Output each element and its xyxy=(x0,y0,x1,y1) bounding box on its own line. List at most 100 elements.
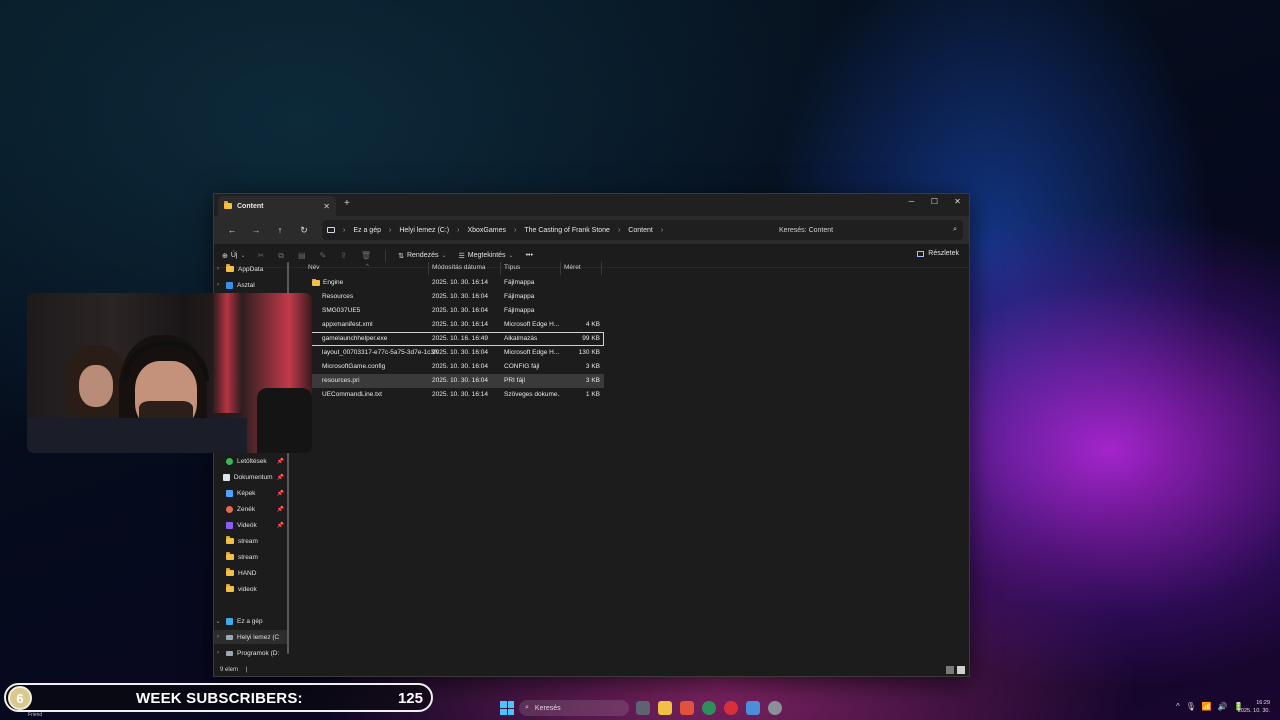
column-divider[interactable] xyxy=(601,262,602,275)
sidebar-item-drive-d[interactable]: › Programok (D: xyxy=(214,646,288,660)
chevron-right-icon[interactable]: › xyxy=(214,650,222,656)
sidebar-item-stream-1[interactable]: stream xyxy=(214,534,288,548)
sidebar-item-documents[interactable]: Dokumentum 📌 xyxy=(214,470,288,484)
file-row[interactable]: layout_00703317-e77c-5a75-3d7e-1c3f96f..… xyxy=(304,346,604,360)
share-icon[interactable]: ⇪ xyxy=(340,251,347,260)
refresh-button[interactable]: ↻ xyxy=(292,225,316,236)
cut-icon[interactable]: ✂ xyxy=(258,251,265,260)
breadcrumb-content[interactable]: Content xyxy=(628,227,653,234)
breadcrumb-this-pc[interactable]: Ez a gép xyxy=(353,227,381,234)
microphone-icon[interactable]: 🎙 xyxy=(1186,702,1196,711)
details-button[interactable]: Részletek xyxy=(917,250,959,257)
close-tab-icon[interactable]: ✕ xyxy=(323,202,330,211)
file-type: Microsoft Edge H... xyxy=(504,321,560,328)
system-tray: ^ 🎙 📶 🔊 🔋 xyxy=(1176,702,1244,711)
file-row[interactable]: appxmanifest.xml 2025. 10. 30. 16:14 Mic… xyxy=(304,318,604,332)
tab-content[interactable]: Content ✕ xyxy=(218,196,336,216)
minimize-button[interactable]: ─ xyxy=(900,194,923,208)
volume-icon[interactable]: 🔊 xyxy=(1218,702,1228,711)
column-divider[interactable] xyxy=(560,262,561,275)
delete-icon[interactable]: 🗑 xyxy=(361,251,371,260)
file-row[interactable]: gamelaunchhelper.exe 2025. 10. 16. 16:49… xyxy=(304,332,604,346)
file-size: 130 KB xyxy=(578,349,600,356)
tiles-view-icon[interactable] xyxy=(957,666,965,674)
chevron-down-icon[interactable]: ⌄ xyxy=(214,618,222,625)
close-window-button[interactable]: ✕ xyxy=(946,194,969,208)
taskbar-search-label: Keresés xyxy=(534,704,561,712)
file-row[interactable]: MicrosoftGame.config 2025. 10. 30. 16:04… xyxy=(304,360,604,374)
chevron-right-icon[interactable]: › xyxy=(214,282,222,288)
music-icon xyxy=(226,505,233,513)
show-hidden-icons-icon[interactable]: ^ xyxy=(1176,702,1180,711)
details-view-icon[interactable] xyxy=(946,666,954,674)
divider xyxy=(385,249,387,262)
sidebar-item-stream-2[interactable]: stream xyxy=(214,550,288,564)
sidebar-item-drive-c[interactable]: › Helyi lemez (C xyxy=(214,630,288,644)
mail-icon[interactable] xyxy=(746,701,760,715)
file-date: 2025. 10. 16. 16:49 xyxy=(432,335,489,342)
sidebar-item-desktop[interactable]: › Asztal xyxy=(214,278,288,292)
file-row[interactable]: SMG037UE5 2025. 10. 30. 16:04 Fájlmappa xyxy=(304,304,604,318)
network-icon[interactable]: 📶 xyxy=(1202,702,1212,711)
sidebar-item-this-pc[interactable]: ⌄ Ez a gép xyxy=(214,614,288,628)
new-button[interactable]: ⊕ Új ⌄ xyxy=(222,252,246,260)
sidebar-item-label: AppData xyxy=(238,265,264,273)
search-input[interactable]: Keresés: Content ⌕ xyxy=(773,220,963,240)
desktop-icon xyxy=(226,281,233,289)
address-bar[interactable]: › Ez a gép › Helyi lemez (C:) › XboxGame… xyxy=(322,220,777,240)
maximize-button[interactable]: ☐ xyxy=(923,194,946,208)
column-date[interactable]: Módosítás dátuma xyxy=(432,264,485,271)
clock-date: 2025. 10. 30. xyxy=(1237,708,1270,714)
view-button[interactable]: ☰ Megtekintés ⌄ xyxy=(459,252,514,260)
start-button[interactable] xyxy=(500,701,514,715)
opera-icon[interactable] xyxy=(724,701,738,715)
task-view-icon[interactable] xyxy=(636,701,650,715)
taskbar-search[interactable]: ⌕ Keresés xyxy=(519,700,629,716)
column-divider[interactable] xyxy=(500,262,501,275)
file-explorer-icon[interactable] xyxy=(658,701,672,715)
sidebar-item-videok[interactable]: videok xyxy=(214,582,288,596)
brave-browser-icon[interactable] xyxy=(680,701,694,715)
new-tab-button[interactable]: + xyxy=(344,198,350,209)
column-type[interactable]: Típus xyxy=(504,264,520,271)
sidebar-item-music[interactable]: Zenék 📌 xyxy=(214,502,288,516)
file-date: 2025. 10. 30. 16:04 xyxy=(432,349,489,356)
breadcrumb-xboxgames[interactable]: XboxGames xyxy=(467,227,506,234)
chrome-icon[interactable] xyxy=(702,701,716,715)
chevron-right-icon[interactable]: › xyxy=(214,634,222,640)
sidebar-item-pictures[interactable]: Képek 📌 xyxy=(214,486,288,500)
more-options-button[interactable]: ••• xyxy=(526,252,533,259)
column-size[interactable]: Méret xyxy=(564,264,581,271)
file-size: 3 KB xyxy=(585,377,600,384)
file-name: layout_00703317-e77c-5a75-3d7e-1c3f96f..… xyxy=(322,349,438,356)
sidebar-item-appdata[interactable]: › AppData xyxy=(214,262,288,276)
file-row[interactable]: Resources 2025. 10. 30. 16:04 Fájlmappa xyxy=(304,290,604,304)
sidebar-item-downloads[interactable]: Letöltések 📌 xyxy=(214,454,288,468)
chevron-right-icon[interactable]: › xyxy=(214,266,222,272)
chevron-right-icon[interactable]: › xyxy=(661,227,663,234)
file-size: 4 KB xyxy=(585,321,600,328)
breadcrumb-local-disk[interactable]: Helyi lemez (C:) xyxy=(399,227,449,234)
sidebar-item-hand[interactable]: HAND xyxy=(214,566,288,580)
column-divider[interactable] xyxy=(428,262,429,275)
paste-icon[interactable]: ▤ xyxy=(298,251,306,260)
breadcrumb-game[interactable]: The Casting of Frank Stone xyxy=(524,227,610,234)
sidebar-item-label: Zenék xyxy=(237,505,256,513)
sort-button[interactable]: ⇅ Rendezés ⌄ xyxy=(398,252,446,260)
copy-icon[interactable]: ⧉ xyxy=(278,251,284,261)
forward-button[interactable]: → xyxy=(244,225,268,235)
settings-icon[interactable] xyxy=(768,701,782,715)
file-list: ^ Név Módosítás dátuma Típus Méret Engin… xyxy=(304,262,604,402)
file-type: Szöveges dokume... xyxy=(504,391,560,398)
taskbar: ⌕ Keresés ^ 🎙 📶 🔊 🔋 16:29 2025. 10. 30. xyxy=(0,697,1280,720)
file-row[interactable]: resources.pri 2025. 10. 30. 16:04 PRI fá… xyxy=(304,374,604,388)
gaming-chair xyxy=(257,388,312,453)
rename-icon[interactable]: ✎ xyxy=(320,251,327,260)
sidebar-item-videos[interactable]: Videók 📌 xyxy=(214,518,288,532)
back-button[interactable]: ← xyxy=(220,225,244,235)
clock[interactable]: 16:29 2025. 10. 30. xyxy=(1238,699,1270,715)
file-row[interactable]: Engine 2025. 10. 30. 16:14 Fájlmappa xyxy=(304,276,604,290)
file-row[interactable]: UECommandLine.txt 2025. 10. 30. 16:14 Sz… xyxy=(304,388,604,402)
column-name[interactable]: Név xyxy=(308,264,320,271)
up-button[interactable]: ↑ xyxy=(268,225,292,235)
